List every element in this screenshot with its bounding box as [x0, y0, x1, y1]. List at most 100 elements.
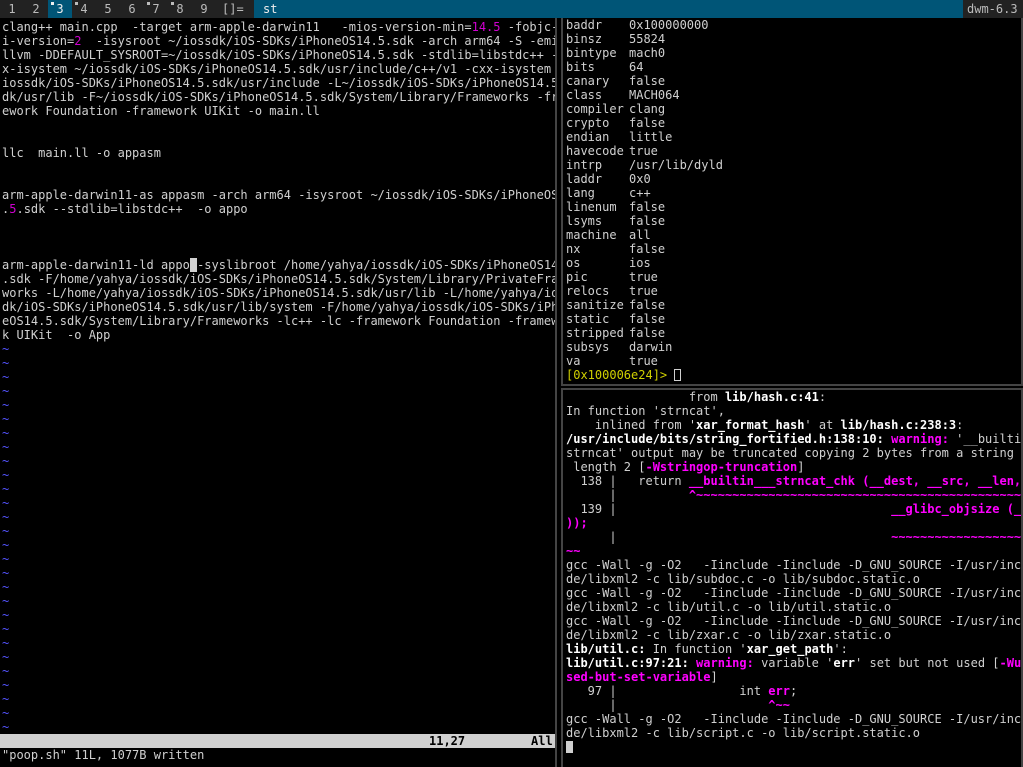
- r2-info-row: stripped false: [566, 326, 723, 340]
- r2-info-row: compiler clang: [566, 102, 723, 116]
- r2-info-row: linenum false: [566, 200, 723, 214]
- r2-info-key: os: [566, 256, 581, 270]
- warning-line: /usr/include/bits/string_fortified.h:138…: [566, 432, 1022, 446]
- vim-line[interactable]: works -L/home/yahya/iossdk/iOS-SDKs/iPho…: [2, 286, 555, 300]
- vim-empty-line-tilde: ~: [2, 510, 10, 524]
- vim-line[interactable]: clang++ main.cpp -target arm-apple-darwi…: [2, 20, 555, 34]
- r2-info-value: 0x100000000: [629, 18, 709, 32]
- shell-prompt-line[interactable]: [566, 740, 1021, 754]
- r2-info-key: canary: [566, 74, 610, 88]
- tag-3[interactable]: 3: [48, 0, 72, 18]
- r2-prompt-line[interactable]: [0x100006e24]>: [566, 368, 723, 382]
- r2-info-key: bintype: [566, 46, 617, 60]
- output-line: strncat' output may be truncated copying…: [566, 446, 1023, 460]
- r2-info-key: compiler: [566, 102, 624, 116]
- vim-line[interactable]: ework Foundation -framework UIKit -o mai…: [2, 104, 555, 118]
- vim-empty-line-tilde: ~: [2, 636, 10, 650]
- occupied-indicator: [147, 2, 150, 5]
- r2-prompt: [0x100006e24]>: [566, 368, 675, 382]
- r2-info-key: bits: [566, 60, 595, 74]
- vim-line[interactable]: eOS14.5.sdk/System/Library/Frameworks -l…: [2, 314, 555, 328]
- vim-line[interactable]: llvm -DDEFAULT_SYSROOT=~/iossdk/iOS-SDKs…: [2, 48, 555, 62]
- vim-line[interactable]: dk/usr/lib -F~/iossdk/iOS-SDKs/iPhoneOS1…: [2, 90, 555, 104]
- r2-info-key: endian: [566, 130, 610, 144]
- vim-line[interactable]: [2, 160, 555, 174]
- output-line: de/libxml2 -c lib/script.c -o lib/script…: [566, 726, 921, 740]
- status-text: dwm-6.3: [963, 0, 1023, 18]
- layout-symbol[interactable]: []=: [222, 0, 244, 18]
- r2-info-row: sanitize false: [566, 298, 723, 312]
- r2-info-row: bits 64: [566, 60, 723, 74]
- vim-line[interactable]: i-version=2 -isysroot ~/iossdk/iOS-SDKs/…: [2, 34, 555, 48]
- vim-terminal-pane[interactable]: clang++ main.cpp -target arm-apple-darwi…: [0, 18, 557, 767]
- r2-info-value: 64: [629, 60, 644, 74]
- vim-buffer[interactable]: clang++ main.cpp -target arm-apple-darwi…: [2, 20, 555, 734]
- r2-info-key: pic: [566, 270, 588, 284]
- output-line: de/libxml2 -c lib/subdoc.c -o lib/subdoc…: [566, 572, 921, 586]
- vim-empty-line-tilde: ~: [2, 622, 10, 636]
- tag-5[interactable]: 5: [96, 0, 120, 18]
- source-line: 138 | return __builtin___strncat_chk (__…: [566, 474, 1022, 488]
- r2-info-row: relocs true: [566, 284, 723, 298]
- vim-line[interactable]: x-isystem ~/iossdk/iOS-SDKs/iPhoneOS14.5…: [2, 62, 555, 76]
- r2-info-row: lsyms false: [566, 214, 723, 228]
- vim-line[interactable]: iossdk/iOS-SDKs/iPhoneOS14.5.sdk/usr/inc…: [2, 76, 555, 90]
- vim-empty-line-tilde: ~: [2, 580, 10, 594]
- r2-info-value: true: [629, 284, 658, 298]
- r2-info-row: laddr 0x0: [566, 172, 723, 186]
- r2-info-value: false: [629, 312, 666, 326]
- vim-line[interactable]: [2, 244, 555, 258]
- r2-info-output: baddr 0x100000000 binsz 55824 bintype mach0 bi…: [566, 18, 723, 382]
- r2-info-value: c++: [629, 186, 651, 200]
- vim-line[interactable]: [2, 230, 555, 244]
- r2-info-row: lang c++: [566, 186, 723, 200]
- build-output-terminal-pane[interactable]: from lib/hash.c:41: In function 'strncat…: [561, 388, 1023, 767]
- window-title[interactable]: st: [254, 0, 963, 18]
- source-line: 139 | __glibc_objsize (__dest: [566, 502, 1022, 516]
- vim-line[interactable]: [2, 216, 555, 230]
- r2-info-key: machine: [566, 228, 617, 242]
- radare2-terminal-pane[interactable]: baddr 0x100000000 binsz 55824 bintype mach0 bi…: [561, 18, 1023, 386]
- r2-info-value: little: [629, 130, 673, 144]
- r2-info-value: /usr/lib/dyld: [629, 158, 723, 172]
- caret-line: | ^~~: [566, 698, 790, 712]
- r2-info-value: true: [629, 144, 658, 158]
- vim-empty-line-tilde: ~: [2, 412, 10, 426]
- vim-empty-line-tilde: ~: [2, 384, 10, 398]
- r2-info-value: 55824: [629, 32, 666, 46]
- vim-line[interactable]: llc main.ll -o appasm: [2, 146, 555, 160]
- tag-6[interactable]: 6: [120, 0, 144, 18]
- vim-line[interactable]: .5.sdk --stdlib=libstdc++ -o appo: [2, 202, 555, 216]
- output-line: gcc -Wall -g -O2 -Iinclude -Iinclude -D_…: [566, 712, 1023, 726]
- r2-info-key: va: [566, 354, 581, 368]
- vim-empty-line-tilde: ~: [2, 720, 10, 734]
- r2-info-key: intrp: [566, 158, 603, 172]
- r2-info-key: subsys: [566, 340, 610, 354]
- output-line: de/libxml2 -c lib/zxar.c -o lib/zxar.sta…: [566, 628, 892, 642]
- tag-2[interactable]: 2: [24, 0, 48, 18]
- vim-line[interactable]: [2, 132, 555, 146]
- vim-line[interactable]: .sdk -F/home/yahya/iossdk/iOS-SDKs/iPhon…: [2, 272, 555, 286]
- vim-empty-line-tilde: ~: [2, 482, 10, 496]
- tag-1[interactable]: 1: [0, 0, 24, 18]
- vim-line[interactable]: dk/iOS-SDKs/iPhoneOS14.5.sdk/usr/lib/sys…: [2, 300, 555, 314]
- tag-7[interactable]: 7: [144, 0, 168, 18]
- vim-line[interactable]: [2, 174, 555, 188]
- vim-line[interactable]: arm-apple-darwin11-as appasm -arch arm64…: [2, 188, 555, 202]
- tag-4[interactable]: 4: [72, 0, 96, 18]
- r2-info-value: false: [629, 326, 666, 340]
- tag-9[interactable]: 9: [192, 0, 216, 18]
- r2-info-key: nx: [566, 242, 581, 256]
- tag-8[interactable]: 8: [168, 0, 192, 18]
- r2-info-value: false: [629, 298, 666, 312]
- vim-line[interactable]: [2, 118, 555, 132]
- r2-info-value: true: [629, 354, 658, 368]
- vim-line[interactable]: k UIKit -o App: [2, 328, 555, 342]
- r2-info-row: endian little: [566, 130, 723, 144]
- vim-line[interactable]: arm-apple-darwin11-ld appo -syslibroot /…: [2, 258, 555, 272]
- occupied-indicator: [171, 2, 174, 5]
- vim-statusline: poop.sh 11,27 All: [0, 734, 555, 762]
- caret-line: | ~~~~~~~~~~~~~~~~~~~~~~~: [566, 530, 1022, 544]
- r2-info-key: linenum: [566, 200, 617, 214]
- r2-info-value: clang: [629, 102, 666, 116]
